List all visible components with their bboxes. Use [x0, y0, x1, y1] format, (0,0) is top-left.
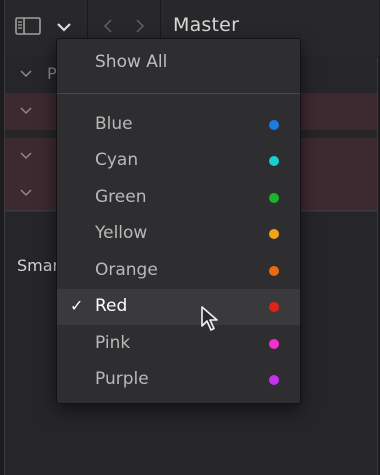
chevron-down-icon[interactable]: [19, 150, 33, 162]
sidebar-toggle-icon[interactable]: [15, 17, 41, 35]
color-dot-icon: [269, 193, 279, 203]
chevron-down-icon[interactable]: [19, 187, 33, 199]
menu-item-red[interactable]: ✓ Red: [57, 289, 300, 325]
menu-item-show-all[interactable]: Show All: [95, 52, 167, 72]
menu-item-green[interactable]: Green: [57, 180, 300, 216]
chevron-down-icon[interactable]: [55, 18, 73, 36]
chevron-down-icon[interactable]: [19, 105, 33, 117]
menu-item-cyan[interactable]: Cyan: [57, 143, 300, 179]
menu-item-orange[interactable]: Orange: [57, 253, 300, 289]
menu-separator: [57, 93, 300, 94]
color-dot-icon: [269, 302, 279, 312]
menu-item-label: Red: [95, 296, 128, 316]
menu-item-pink[interactable]: Pink: [57, 326, 300, 362]
color-dot-icon: [269, 266, 279, 276]
color-dot-icon: [269, 120, 279, 130]
menu-item-label: Green: [95, 187, 147, 207]
clip-color-menu: Show All Blue Cyan Green Yellow Orange ✓…: [56, 38, 301, 404]
menu-item-yellow[interactable]: Yellow: [57, 216, 300, 252]
menu-item-label: Blue: [95, 114, 133, 134]
color-dot-icon: [269, 339, 279, 349]
menu-item-blue[interactable]: Blue: [57, 107, 300, 143]
menu-item-label: Cyan: [95, 150, 139, 170]
color-dot-icon: [269, 156, 279, 166]
bin-title: Master: [173, 14, 240, 36]
color-dot-icon: [269, 229, 279, 239]
chevron-down-icon[interactable]: [19, 68, 33, 80]
checkmark-icon: ✓: [70, 296, 84, 315]
menu-item-label: Yellow: [95, 223, 148, 243]
menu-item-label: Orange: [95, 260, 158, 280]
chevron-right-icon[interactable]: [133, 18, 147, 34]
mouse-pointer-icon: [201, 306, 218, 331]
color-dot-icon: [269, 375, 279, 385]
chevron-left-icon[interactable]: [101, 18, 115, 34]
menu-item-label: Purple: [95, 369, 149, 389]
menu-item-purple[interactable]: Purple: [57, 362, 300, 398]
smart-bins-label: Smar: [17, 256, 60, 275]
menu-item-label: Pink: [95, 333, 131, 353]
